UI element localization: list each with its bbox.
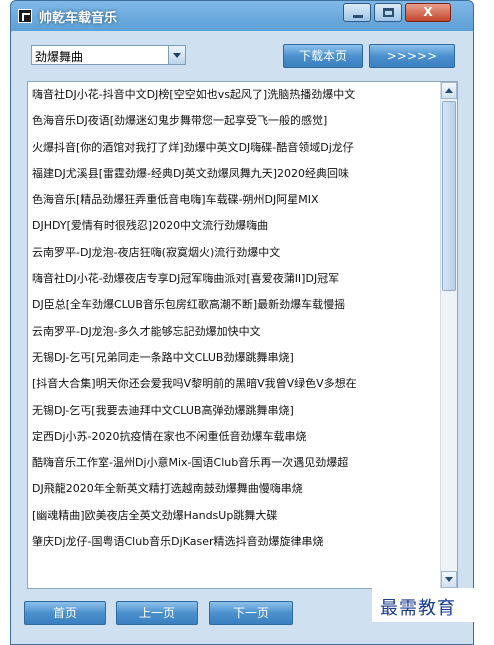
maximize-icon bbox=[383, 8, 394, 17]
list-item[interactable]: 酷嗨音乐工作室-温州Dj小意Mix-国语Club音乐再一次遇见劲爆超 bbox=[28, 450, 440, 476]
list-item[interactable]: 云南罗平-DJ龙泡-夜店狂嗨(寂寞烟火)流行劲爆中文 bbox=[28, 240, 440, 266]
category-select[interactable]: 劲爆舞曲 bbox=[31, 45, 186, 65]
scroll-down-icon[interactable] bbox=[441, 571, 457, 588]
close-icon: X bbox=[423, 5, 433, 19]
scrollbar-thumb[interactable] bbox=[442, 101, 456, 291]
list-item[interactable]: 嗨音社DJ小花-抖音中文DJ榜[空空如也vs起风了]洗脑热播劲爆中文 bbox=[28, 82, 440, 108]
app-window: 帅乾车载音乐 X 劲爆舞曲 下载本页 >>>>> 嗨音社DJ小花-抖音中文DJ榜… bbox=[10, 0, 474, 645]
category-select-value: 劲爆舞曲 bbox=[35, 50, 84, 64]
download-page-button[interactable]: 下载本页 bbox=[283, 44, 363, 68]
song-list[interactable]: 嗨音社DJ小花-抖音中文DJ榜[空空如也vs起风了]洗脑热播劲爆中文 色海音乐DJ… bbox=[27, 81, 458, 589]
maximize-button[interactable] bbox=[374, 3, 402, 22]
list-item[interactable]: 无锡DJ-乞丐[我要去迪拜中文CLUB高弹劲爆跳舞串烧] bbox=[28, 398, 440, 424]
list-item[interactable]: [抖音大合集]明天你还会爱我吗V黎明前的黑暗V我曾V绿色V多想在 bbox=[28, 371, 440, 397]
list-item[interactable]: DJ臣总[全车劲爆CLUB音乐包房红歌高潮不断]最新劲爆车载慢摇 bbox=[28, 292, 440, 318]
list-item[interactable]: DJHDY[爱情有时很残忍]2020中文流行劲爆嗨曲 bbox=[28, 213, 440, 239]
list-item[interactable]: 云南罗平-DJ龙泡-多久才能够忘記劲爆加快中文 bbox=[28, 319, 440, 345]
title-bar[interactable]: 帅乾车载音乐 X bbox=[11, 1, 473, 31]
list-item[interactable]: 无锡DJ-乞丐[兄弟同走一条路中文CLUB劲爆跳舞串烧] bbox=[28, 345, 440, 371]
close-button[interactable]: X bbox=[405, 3, 451, 22]
scrollbar[interactable] bbox=[440, 82, 457, 588]
song-list-rows: 嗨音社DJ小花-抖音中文DJ榜[空空如也vs起风了]洗脑热播劲爆中文 色海音乐DJ… bbox=[28, 82, 440, 555]
list-item[interactable]: 肇庆Dj龙仔-国粤语Club音乐DjKaser精选抖音劲爆旋律串烧 bbox=[28, 529, 440, 555]
chevron-down-icon[interactable] bbox=[168, 46, 185, 64]
list-item[interactable]: DJ飛龍2020年全新英文精打选越南鼓劲爆舞曲慢嗨串烧 bbox=[28, 476, 440, 502]
next-page-arrows-button[interactable]: >>>>> bbox=[369, 44, 455, 68]
list-item[interactable]: [幽魂精曲]欧美夜店全英文劲爆HandsUp跳舞大碟 bbox=[28, 503, 440, 529]
list-item[interactable]: 火爆抖音[你的酒馆对我打了烊]劲爆中英文DJ嗨碟-酷音领域Dj龙仔 bbox=[28, 135, 440, 161]
first-page-button[interactable]: 首页 bbox=[24, 601, 106, 625]
list-item[interactable]: 色海音乐[精品劲爆狂弄重低音电嗨]车载碟-朔州DJ阿星MIX bbox=[28, 187, 440, 213]
list-item[interactable]: 定西Dj小苏-2020抗疫情在家也不闲重低音劲爆车载串烧 bbox=[28, 424, 440, 450]
list-item[interactable]: 嗨音社DJ小花-劲爆夜店专享DJ冠军嗨曲派对[喜爱夜蒲II]DJ冠军 bbox=[28, 266, 440, 292]
list-item[interactable]: 色海音乐DJ夜语[劲爆迷幻鬼步舞带您一起享受飞一般的感觉] bbox=[28, 108, 440, 134]
minimize-icon bbox=[353, 15, 363, 18]
client-area: 劲爆舞曲 下载本页 >>>>> 嗨音社DJ小花-抖音中文DJ榜[空空如也vs起风… bbox=[12, 31, 473, 644]
app-icon bbox=[18, 9, 32, 23]
prev-page-button[interactable]: 上一页 bbox=[116, 601, 198, 625]
minimize-button[interactable] bbox=[343, 3, 371, 22]
window-title: 帅乾车载音乐 bbox=[39, 11, 118, 26]
scroll-up-icon[interactable] bbox=[441, 82, 457, 99]
watermark-text: 最需教育 bbox=[380, 598, 456, 619]
next-page-button[interactable]: 下一页 bbox=[209, 601, 293, 625]
list-item[interactable]: 福建DJ尤溪县[雷霆劲爆-经典DJ英文劲爆凤舞九天]2020经典回味 bbox=[28, 161, 440, 187]
